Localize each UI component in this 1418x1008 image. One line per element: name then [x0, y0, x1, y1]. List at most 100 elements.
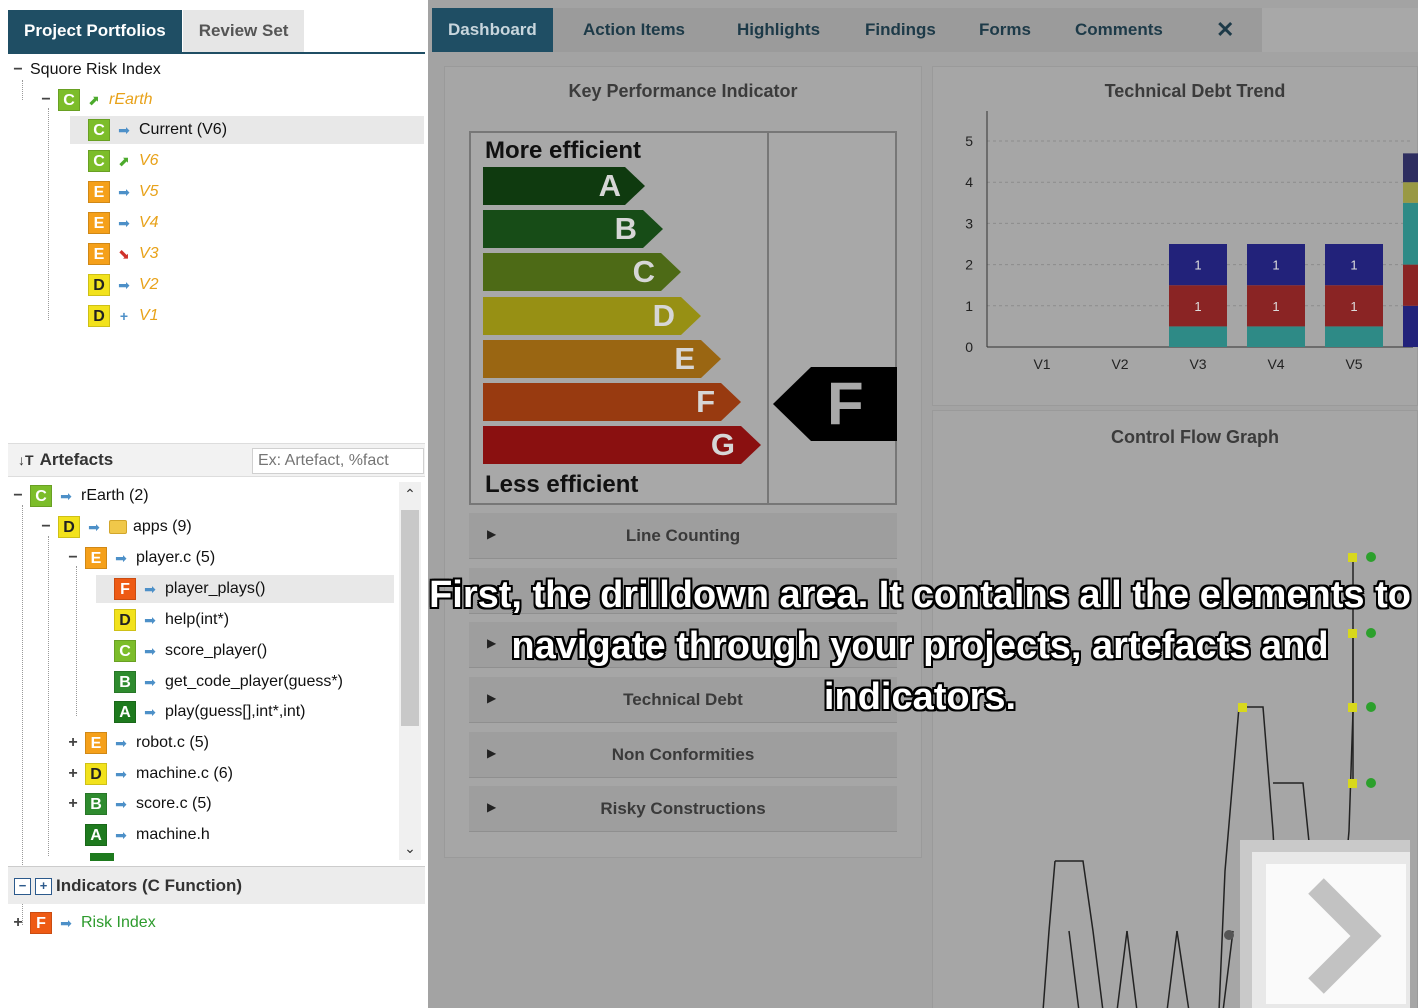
artefact-row-selected[interactable]: . F ➡ player_plays() [96, 575, 394, 603]
collapse-all-icon[interactable]: − [14, 877, 31, 895]
artefact-row[interactable]: . A ➡ machine.h [67, 821, 210, 849]
trend-up-icon: ⬈ [88, 91, 100, 108]
section-line-counting[interactable]: ▶ Line Counting [469, 513, 897, 559]
trend-stable-icon: ➡ [118, 121, 130, 138]
bar-segment-clipped [1403, 264, 1418, 306]
grade-bar-f: F [483, 383, 741, 421]
rating-badge: D [114, 609, 136, 631]
artefact-label: score.c (5) [136, 795, 212, 812]
tutorial-caption: First, the drilldown area. It contains a… [429, 574, 1411, 718]
bar-segment-clipped [1403, 153, 1418, 183]
grade-bar-d: D [483, 297, 701, 335]
rating-badge: C [88, 150, 110, 172]
trend-stable-icon: ➡ [118, 183, 130, 200]
tools-icon[interactable]: ✕ [1216, 8, 1234, 52]
expand-icon[interactable]: + [67, 795, 79, 813]
artefact-label: play(guess[],int*,int) [165, 703, 306, 720]
trend-stable-icon: ➡ [115, 549, 127, 566]
bar-segment-clipped [1403, 182, 1418, 203]
grade-bar-c: C [483, 253, 681, 291]
data-label: 1 [1350, 299, 1357, 314]
scroll-down-icon[interactable]: ⌄ [399, 836, 421, 860]
collapse-icon[interactable]: − [67, 549, 79, 567]
artefact-row[interactable]: + E ➡ robot.c (5) [67, 729, 209, 757]
tree-item-v4[interactable]: . E ➡ V4 [70, 209, 159, 237]
tree-item-label: V5 [139, 183, 159, 200]
trend-stable-icon: ➡ [60, 487, 72, 504]
collapse-icon[interactable]: − [12, 61, 24, 79]
folder-icon [109, 520, 127, 534]
tree-item-v3[interactable]: . E ⬊ V3 [70, 240, 159, 268]
dashboard-navbar: Dashboard Action Items Highlights Findin… [432, 8, 1418, 52]
bar-segment [1325, 326, 1383, 347]
expand-icon[interactable]: + [67, 765, 79, 783]
trend-up-icon: ⬈ [118, 152, 130, 169]
artefacts-header: ↓T Artefacts [8, 443, 425, 477]
indicators-header: − + Indicators (C Function) [8, 866, 425, 904]
artefact-label: score_player() [165, 642, 268, 659]
section-risky-constructions[interactable]: ▶ Risky Constructions [469, 786, 897, 832]
navbar-filler [1262, 8, 1418, 52]
artefact-label: player.c (5) [136, 549, 216, 566]
section-non-conformities[interactable]: ▶ Non Conformities [469, 732, 897, 778]
scroll-thumb[interactable] [401, 510, 419, 726]
sort-az-icon[interactable]: ↓T [18, 452, 34, 468]
expand-icon[interactable]: + [12, 914, 24, 932]
artefact-row[interactable]: + B ➡ score.c (5) [67, 790, 212, 818]
tree-item-v6[interactable]: . C ⬈ V6 [70, 147, 159, 175]
artefact-label: rEarth (2) [81, 487, 149, 504]
next-step-button[interactable] [1240, 840, 1410, 1008]
drilldown-tabs: Project Portfolios Review Set [8, 10, 305, 52]
more-efficient-label: More efficient [485, 137, 642, 164]
x-tick-label: V3 [1189, 356, 1206, 372]
artefact-row[interactable]: . A ➡ play(guess[],int*,int) [96, 698, 306, 726]
tree-item-v1[interactable]: . D + V1 [70, 302, 159, 330]
artefacts-scrollbar[interactable]: ⌃ ⌄ [399, 482, 421, 860]
collapse-icon[interactable]: − [40, 518, 52, 536]
artefact-row[interactable]: − C ➡ rEarth (2) [12, 482, 149, 510]
tab-findings[interactable]: Findings [865, 8, 936, 52]
expand-icon[interactable]: + [67, 734, 79, 752]
grade-letter: A [598, 168, 621, 203]
tab-review-set[interactable]: Review Set [181, 10, 305, 52]
artefact-row[interactable]: . C ➡ score_player() [96, 637, 267, 665]
tree-item-squore-risk-index[interactable]: − Squore Risk Index [12, 56, 160, 84]
scroll-up-icon[interactable]: ⌃ [399, 482, 421, 506]
collapse-icon[interactable]: − [40, 91, 52, 109]
rating-badge: E [88, 212, 110, 234]
artefact-row[interactable]: − E ➡ player.c (5) [67, 544, 215, 572]
tree-item-v2[interactable]: . D ➡ V2 [70, 271, 159, 299]
rating-badge: C [114, 640, 136, 662]
artefact-row[interactable]: . B ➡ get_code_player(guess*) [96, 668, 343, 696]
tree-item-v5[interactable]: . E ➡ V5 [70, 178, 159, 206]
trend-stable-icon: ➡ [115, 765, 127, 782]
expand-all-icon[interactable]: + [35, 877, 52, 895]
collapse-icon[interactable]: − [12, 487, 24, 505]
tree-item-rearth[interactable]: − C ⬈ rEarth [40, 86, 153, 114]
artefact-row[interactable]: − D ➡ apps (9) [40, 513, 192, 541]
tree-item-label: V6 [139, 152, 159, 169]
bar-segment [1247, 326, 1305, 347]
rating-badge: C [58, 89, 80, 111]
y-tick-label: 2 [965, 257, 973, 273]
tab-dashboard[interactable]: Dashboard [432, 8, 553, 52]
tree-item-current-v6[interactable]: . C ➡ Current (V6) [70, 116, 424, 144]
trend-stable-icon: ➡ [118, 276, 130, 293]
artefact-label: apps (9) [133, 518, 192, 535]
rating-badge: A [114, 701, 136, 723]
bar-segment [1169, 326, 1227, 347]
cfg-node [1366, 778, 1376, 788]
y-tick-label: 1 [965, 298, 973, 314]
tab-project-portfolios[interactable]: Project Portfolios [8, 10, 182, 52]
rating-badge: A [85, 824, 107, 846]
tab-comments[interactable]: Comments [1075, 8, 1163, 52]
artefact-row[interactable]: . D ➡ help(int*) [96, 606, 229, 634]
artefact-search-input[interactable] [252, 448, 424, 474]
tab-action-items[interactable]: Action Items [583, 8, 685, 52]
indicator-row-risk-index[interactable]: + F ➡ Risk Index [12, 909, 156, 937]
artefact-row[interactable]: + D ➡ machine.c (6) [67, 760, 233, 788]
next-button-face [1266, 864, 1406, 1004]
tab-forms[interactable]: Forms [979, 8, 1031, 52]
trend-stable-icon: ➡ [144, 611, 156, 628]
tab-highlights[interactable]: Highlights [737, 8, 820, 52]
